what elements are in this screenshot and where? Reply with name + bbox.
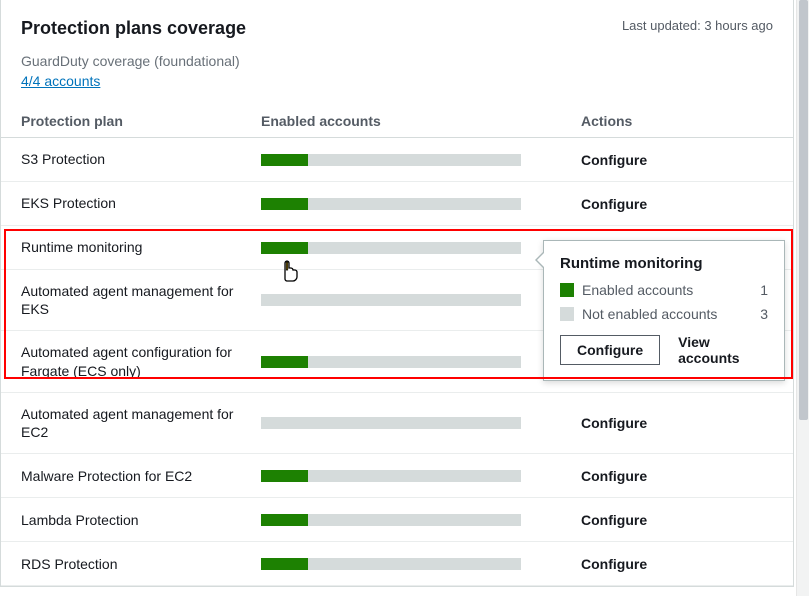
enabled-cell <box>261 514 581 526</box>
legend-enabled-row: Enabled accounts 1 <box>560 282 768 298</box>
table-row: RDS Protection Configure <box>1 542 793 586</box>
progress-bar[interactable] <box>261 294 521 306</box>
popover-actions: Configure View accounts <box>560 334 768 366</box>
plan-name: RDS Protection <box>21 555 261 573</box>
configure-link[interactable]: Configure <box>581 196 647 212</box>
progress-bar-fill <box>261 470 308 482</box>
popover-title: Runtime monitoring <box>560 255 768 272</box>
progress-bar[interactable] <box>261 417 521 429</box>
enabled-cell <box>261 558 581 570</box>
progress-bar[interactable] <box>261 154 521 166</box>
accounts-link[interactable]: 4/4 accounts <box>21 73 100 89</box>
col-header-actions: Actions <box>581 113 773 129</box>
configure-link[interactable]: Configure <box>581 556 647 572</box>
plan-name: Malware Protection for EC2 <box>21 467 261 485</box>
legend-not-enabled-label: Not enabled accounts <box>582 306 717 322</box>
configure-link[interactable]: Configure <box>581 468 647 484</box>
actions-cell: Configure <box>581 196 773 212</box>
legend-swatch-not-enabled-icon <box>560 307 574 321</box>
legend-not-enabled-count: 3 <box>760 306 768 322</box>
progress-bar-fill <box>261 242 308 254</box>
legend-enabled-count: 1 <box>760 282 768 298</box>
progress-bar[interactable] <box>261 514 521 526</box>
plan-name: EKS Protection <box>21 194 261 212</box>
page-title: Protection plans coverage <box>21 18 246 39</box>
configure-link[interactable]: Configure <box>581 415 647 431</box>
actions-cell: Configure <box>581 512 773 528</box>
progress-bar-fill <box>261 154 308 166</box>
actions-cell: Configure <box>581 152 773 168</box>
table-row: S3 Protection Configure <box>1 138 793 182</box>
legend-swatch-enabled-icon <box>560 283 574 297</box>
table-row: EKS Protection Configure <box>1 182 793 226</box>
plan-name: Lambda Protection <box>21 511 261 529</box>
progress-bar-fill <box>261 514 308 526</box>
enabled-cell <box>261 470 581 482</box>
progress-bar-fill <box>261 198 308 210</box>
enabled-cell <box>261 242 581 254</box>
plan-name: Runtime monitoring <box>21 238 261 256</box>
enabled-cell <box>261 294 581 306</box>
table-header: Protection plan Enabled accounts Actions <box>1 105 793 138</box>
progress-bar-fill <box>261 558 308 570</box>
vertical-scrollbar[interactable] <box>796 0 809 596</box>
progress-bar[interactable] <box>261 558 521 570</box>
configure-link[interactable]: Configure <box>581 512 647 528</box>
plan-name: Automated agent management for EC2 <box>21 405 261 441</box>
enabled-cell <box>261 417 581 429</box>
enabled-cell <box>261 198 581 210</box>
progress-bar[interactable] <box>261 198 521 210</box>
table-row: Lambda Protection Configure <box>1 498 793 542</box>
actions-cell: Configure <box>581 468 773 484</box>
actions-cell: Configure <box>581 415 773 431</box>
popover-configure-button[interactable]: Configure <box>560 335 660 365</box>
runtime-monitoring-popover: Runtime monitoring Enabled accounts 1 No… <box>543 240 785 381</box>
last-updated-label: Last updated: 3 hours ago <box>622 18 773 33</box>
actions-cell: Configure <box>581 556 773 572</box>
progress-bar[interactable] <box>261 470 521 482</box>
legend-enabled-label: Enabled accounts <box>582 282 693 298</box>
accounts-link-wrap: 4/4 accounts <box>1 73 793 105</box>
legend-not-enabled-row: Not enabled accounts 3 <box>560 306 768 322</box>
progress-bar[interactable] <box>261 356 521 368</box>
table-row: Automated agent management for EC2 Config… <box>1 393 793 454</box>
view-accounts-link[interactable]: View accounts <box>678 334 768 366</box>
plan-name: Automated agent management for EKS <box>21 282 261 318</box>
enabled-cell <box>261 154 581 166</box>
plan-name: S3 Protection <box>21 150 261 168</box>
enabled-cell <box>261 356 581 368</box>
panel-subtitle: GuardDuty coverage (foundational) <box>1 53 793 73</box>
plan-name: Automated agent configuration for Fargat… <box>21 343 261 379</box>
configure-link[interactable]: Configure <box>581 152 647 168</box>
progress-bar[interactable] <box>261 242 521 254</box>
table-row: Malware Protection for EC2 Configure <box>1 454 793 498</box>
scrollbar-thumb[interactable] <box>799 0 808 420</box>
col-header-plan: Protection plan <box>21 113 261 129</box>
panel-header: Protection plans coverage Last updated: … <box>1 0 793 53</box>
col-header-enabled: Enabled accounts <box>261 113 581 129</box>
progress-bar-fill <box>261 356 308 368</box>
